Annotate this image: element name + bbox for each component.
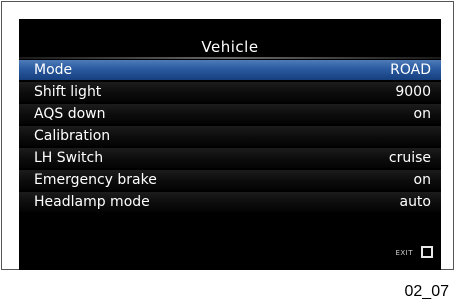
menu-item-aqs-down[interactable]: AQS down on xyxy=(19,104,441,124)
title-divider xyxy=(19,57,441,59)
dashboard-screen: Vehicle Mode ROAD Shift light 9000 AQS d… xyxy=(19,19,441,270)
menu-item-headlamp-mode[interactable]: Headlamp mode auto xyxy=(19,192,441,212)
menu-item-calibration[interactable]: Calibration xyxy=(19,126,441,146)
menu-item-label: Mode xyxy=(34,62,73,78)
menu-item-label: LH Switch xyxy=(34,150,104,166)
menu-item-value: 9000 xyxy=(395,84,431,100)
menu-item-value: on xyxy=(413,172,431,188)
menu-item-shift-light[interactable]: Shift light 9000 xyxy=(19,82,441,102)
settings-menu: Mode ROAD Shift light 9000 AQS down on C… xyxy=(19,60,441,214)
menu-item-label: Headlamp mode xyxy=(34,194,150,210)
menu-item-label: Shift light xyxy=(34,84,102,100)
menu-item-mode[interactable]: Mode ROAD xyxy=(19,60,441,80)
exit-checkbox-icon[interactable] xyxy=(421,246,433,258)
menu-item-value: on xyxy=(413,106,431,122)
screen-title: Vehicle xyxy=(201,38,259,56)
exit-label: EXIT xyxy=(395,249,413,257)
menu-item-label: AQS down xyxy=(34,106,106,122)
menu-item-lh-switch[interactable]: LH Switch cruise xyxy=(19,148,441,168)
menu-item-emergency-brake[interactable]: Emergency brake on xyxy=(19,170,441,190)
menu-item-label: Emergency brake xyxy=(34,172,157,188)
figure-caption: 02_07 xyxy=(404,283,450,300)
menu-item-value: ROAD xyxy=(390,62,431,78)
menu-item-label: Calibration xyxy=(34,128,111,144)
menu-item-value: cruise xyxy=(388,150,431,166)
menu-item-value: auto xyxy=(399,194,431,210)
